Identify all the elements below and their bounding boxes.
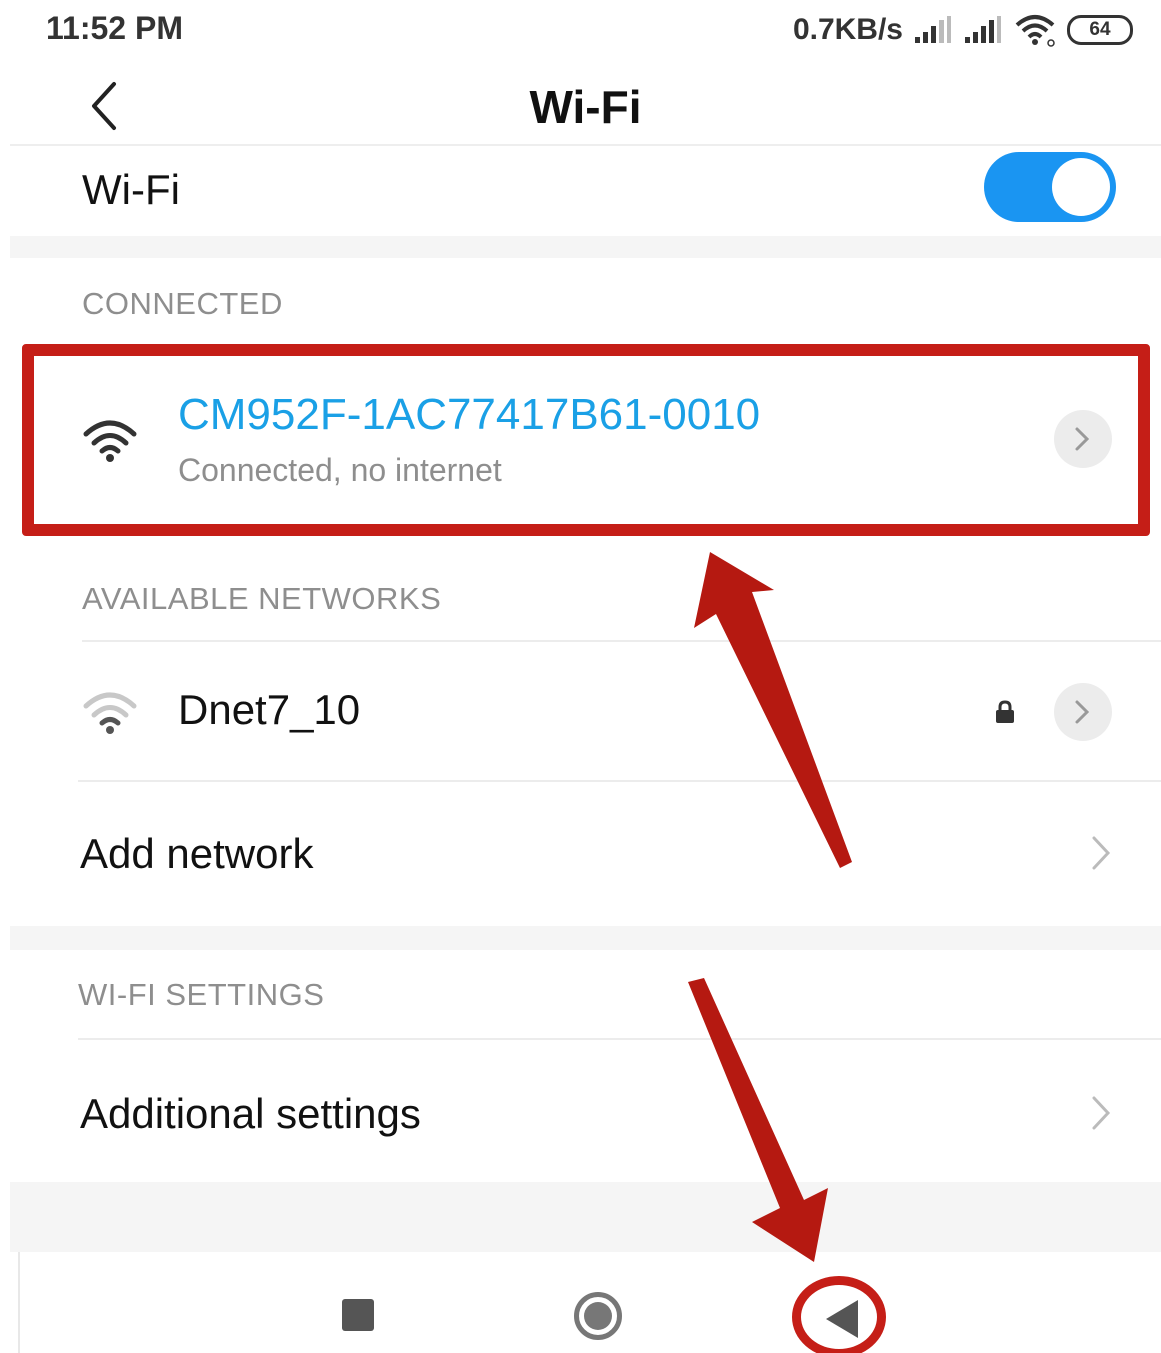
- status-bar: 11:52 PM 0.7KB/s 64: [0, 0, 1161, 62]
- annotation-highlight-box: [22, 344, 1150, 536]
- add-network-label: Add network: [80, 830, 314, 877]
- network-speed: 0.7KB/s: [792, 13, 903, 46]
- wifi-settings-section-label: WI-FI SETTINGS: [78, 977, 325, 1012]
- wifi-status-icon: [1015, 15, 1055, 47]
- add-network-row[interactable]: Add network: [10, 782, 1161, 924]
- chevron-right-icon: [1092, 1096, 1111, 1130]
- chevron-right-icon: [1092, 836, 1111, 870]
- section-separator: [10, 236, 1161, 258]
- additional-settings-label: Additional settings: [80, 1090, 421, 1137]
- navigation-bar: [18, 1252, 1161, 1353]
- wifi-toggle-switch[interactable]: [984, 152, 1116, 222]
- section-separator: [10, 926, 1161, 950]
- wifi-toggle-label: Wi-Fi: [82, 166, 180, 213]
- available-section-label: AVAILABLE NETWORKS: [82, 581, 442, 616]
- recent-apps-icon[interactable]: [342, 1299, 374, 1331]
- chevron-right-icon: [1075, 700, 1090, 724]
- wifi-signal-icon: [83, 692, 137, 734]
- network-name: Dnet7_10: [178, 686, 361, 733]
- page-title: Wi-Fi: [529, 81, 642, 133]
- battery-icon: 64: [1067, 15, 1133, 45]
- toggle-knob: [1052, 158, 1110, 216]
- cell-signal-icon: [915, 16, 951, 43]
- additional-settings-row[interactable]: Additional settings: [10, 1040, 1161, 1180]
- wifi-toggle-row: Wi-Fi: [10, 148, 1161, 234]
- annotation-circle: [792, 1276, 886, 1353]
- network-row-dnet7-10[interactable]: Dnet7_10: [10, 642, 1161, 780]
- home-icon[interactable]: [574, 1292, 622, 1340]
- status-time: 11:52 PM: [46, 10, 183, 46]
- connected-section-label: CONNECTED: [82, 286, 283, 321]
- network-details-button[interactable]: [1054, 683, 1112, 741]
- header: Wi-Fi: [10, 62, 1161, 146]
- lock-icon: [996, 700, 1014, 723]
- cell-signal-icon: [965, 16, 1001, 43]
- status-icons: 0.7KB/s 64: [793, 8, 1133, 52]
- bottom-filler: [10, 1182, 1161, 1252]
- battery-level: 64: [1089, 19, 1111, 40]
